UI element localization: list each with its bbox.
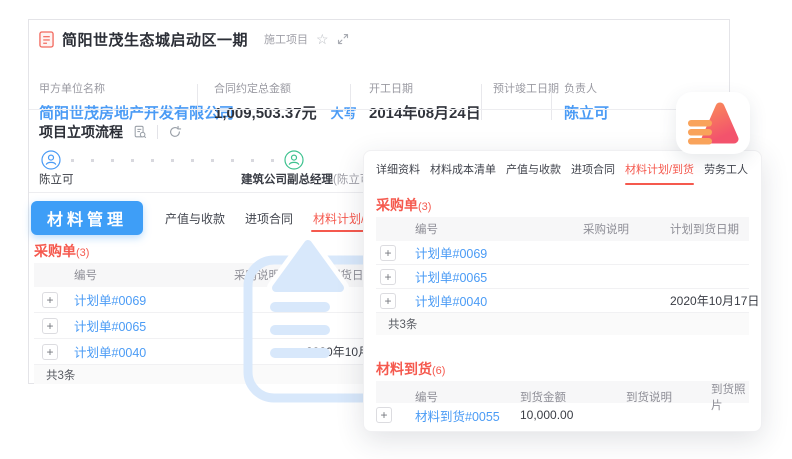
- tab-labor-workers[interactable]: 劳务工人: [704, 161, 748, 177]
- arrival-section-title: 材料到货(6): [376, 359, 749, 381]
- expand-row-button[interactable]: +: [380, 269, 396, 285]
- divider: [481, 84, 482, 120]
- col-number: 编号: [415, 221, 583, 237]
- section-title-text: 采购单: [376, 197, 418, 213]
- purchase-section: 采购单(3) 编号 采购说明 计划到货日期 + 计划单#0069 + 计划单#0…: [376, 195, 749, 335]
- col-amount: 到货金额: [520, 389, 626, 405]
- tab-material-plan[interactable]: 材料计划/到货: [625, 161, 694, 177]
- col-desc: 采购说明: [234, 267, 306, 283]
- plan-order-link[interactable]: 计划单#0069: [74, 290, 234, 309]
- section-title-text: 材料到货: [376, 361, 432, 377]
- table-header-row: 编号 到货金额 到货说明 到货照片: [376, 381, 749, 403]
- detail-panel: 详细资料 材料成本清单 产值与收款 进项合同 材料计划/到货 劳务工人 采购单(…: [363, 150, 762, 432]
- arrival-section: 材料到货(6) 编号 到货金额 到货说明 到货照片 + 材料到货#0055 10…: [376, 359, 749, 427]
- section-count: (6): [432, 365, 445, 377]
- table-header-row: 编号 采购说明 计划到货日期: [376, 217, 749, 241]
- plan-order-link[interactable]: 计划单#0069: [415, 243, 583, 262]
- party-a-link[interactable]: 简阳世茂房地产开发有限公司: [39, 105, 234, 122]
- expand-row-button[interactable]: +: [42, 318, 58, 334]
- field-contract-amount: 合同约定总金额 1,009,503.37元大写: [214, 80, 357, 123]
- field-label: 负责人: [564, 80, 609, 96]
- app-logo-card: [676, 92, 750, 154]
- plan-order-link[interactable]: 计划单#0065: [415, 267, 583, 286]
- tab-material-cost-list[interactable]: 材料成本清单: [430, 161, 496, 177]
- flow-title: 项目立项流程: [39, 122, 123, 142]
- arrival-order-link[interactable]: 材料到货#0055: [415, 406, 520, 425]
- section-count: (3): [418, 201, 431, 213]
- flow-end-user-icon: [284, 150, 304, 170]
- flow-start-user-icon: [41, 150, 61, 170]
- field-label: 预计竣工日期: [493, 80, 559, 96]
- start-date-value: 2014年08月24日: [369, 105, 481, 122]
- field-finish-date: 预计竣工日期: [493, 80, 559, 102]
- flow-refresh-icon[interactable]: [168, 125, 182, 139]
- col-desc: 到货说明: [626, 389, 711, 405]
- panel-tab-bar: 详细资料 材料成本清单 产值与收款 进项合同 材料计划/到货 劳务工人: [376, 151, 755, 187]
- document-icon: [39, 31, 54, 48]
- col-number: 编号: [415, 389, 520, 405]
- flow-end-label: 建筑公司副总经理(陈立可): [241, 171, 375, 187]
- project-type-tag: 施工项目: [264, 31, 308, 47]
- field-party-a: 甲方单位名称 简阳世茂房地产开发有限公司: [39, 80, 234, 123]
- expand-row-button[interactable]: +: [42, 344, 58, 360]
- field-label: 甲方单位名称: [39, 80, 234, 96]
- divider: [157, 125, 158, 139]
- tab-output-payment[interactable]: 产值与收款: [506, 161, 561, 177]
- contract-amount-value: 1,009,503.37元: [214, 105, 317, 122]
- flow-header: 项目立项流程: [39, 122, 182, 142]
- divider: [197, 84, 198, 120]
- project-title: 简阳世茂生态城启动区一期: [62, 29, 248, 50]
- divider: [551, 84, 552, 120]
- cell-amount: 10,000.00: [520, 408, 626, 422]
- flow-preview-icon[interactable]: [133, 125, 147, 139]
- field-start-date: 开工日期 2014年08月24日: [369, 80, 481, 123]
- col-desc: 采购说明: [583, 221, 670, 237]
- flow-start-label: 陈立可: [39, 171, 74, 187]
- field-label: 开工日期: [369, 80, 481, 96]
- tab-output-payment[interactable]: 产值与收款: [159, 197, 231, 239]
- field-owner: 负责人 陈立可: [564, 80, 609, 123]
- section-title-text: 采购单: [34, 243, 76, 259]
- table-row: + 计划单#0069: [376, 241, 749, 265]
- expand-row-button[interactable]: +: [380, 293, 396, 309]
- col-number: 编号: [74, 267, 234, 283]
- flow-end-role: 建筑公司副总经理: [241, 174, 333, 186]
- tab-detail-info[interactable]: 详细资料: [376, 161, 420, 177]
- window-title-row: 简阳世茂生态城启动区一期 施工项目 ☆: [39, 26, 349, 52]
- divider: [29, 109, 729, 110]
- col-date: 计划到货日期: [670, 221, 749, 237]
- tab-input-contract[interactable]: 进项合同: [239, 197, 299, 239]
- flow-connector: [71, 159, 279, 162]
- material-management-button[interactable]: 材料管理: [31, 201, 143, 235]
- field-label: 合同约定总金额: [214, 80, 357, 96]
- col-photo: 到货照片: [711, 381, 749, 413]
- expand-icon[interactable]: [337, 33, 349, 45]
- owner-link[interactable]: 陈立可: [564, 105, 609, 122]
- section-count: (3): [76, 247, 89, 259]
- plan-order-link[interactable]: 计划单#0065: [74, 316, 234, 335]
- table-row: + 计划单#0040 2020年10月17日: [376, 289, 749, 313]
- star-icon[interactable]: ☆: [316, 32, 329, 46]
- divider: [350, 84, 351, 120]
- expand-row-button[interactable]: +: [376, 407, 392, 423]
- expand-row-button[interactable]: +: [380, 245, 396, 261]
- expand-row-button[interactable]: +: [42, 292, 58, 308]
- app-logo-icon: [684, 99, 742, 147]
- table-row: + 计划单#0065: [376, 265, 749, 289]
- plan-order-link[interactable]: 计划单#0040: [415, 291, 583, 310]
- table-row: + 材料到货#0055 10,000.00: [376, 403, 749, 427]
- tab-input-contract[interactable]: 进项合同: [571, 161, 615, 177]
- table-footer: 共3条: [376, 313, 749, 335]
- cell-date: 2020年10月17日: [670, 292, 759, 309]
- plan-order-link[interactable]: 计划单#0040: [74, 342, 234, 361]
- purchase-section-title: 采购单(3): [376, 195, 749, 217]
